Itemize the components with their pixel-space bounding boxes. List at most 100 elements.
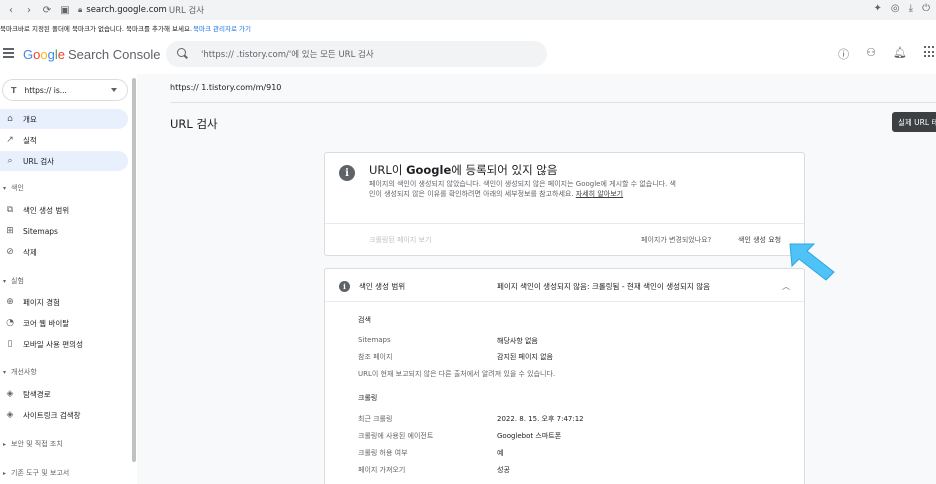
sitemap-icon: ⊞ [6,226,14,236]
page-title: URL 검사 [170,117,218,131]
divider [325,301,804,302]
request-indexing-button[interactable]: 색인 생성 요청 [738,235,781,245]
notifications-icon[interactable]: 🔔︎ [893,46,907,62]
last-crawl-value: 2022. 8. 15. 오후 7:47:12 [497,415,584,423]
section-experience[interactable]: ▾ 실험 [0,273,24,289]
search-icon [177,48,189,60]
discovery-heading: 검색 [358,316,371,324]
coverage-title: 색인 생성 범위 [359,282,406,291]
sidebar-item-breadcrumbs[interactable]: ◈ 탐색경로 [0,384,128,404]
layers-icon: ◈ [6,389,14,399]
page-fetch-value: 성공 [497,466,510,474]
address-bar[interactable]: 🔒︎ search.google.com URL 검사 [78,2,204,18]
pointer-arrow-icon [789,243,835,281]
section-enhancements[interactable]: ▾ 개선사항 [0,364,37,380]
menu-icon[interactable] [3,48,15,60]
search-icon: ⌕ [7,156,13,166]
coverage-status: 페이지 색인이 생성되지 않음: 크롤링됨 - 현재 색인이 생성되지 않음 [497,282,710,291]
manage-users-icon[interactable]: ⚇ [866,46,876,62]
sidebar-item-page-experience[interactable]: ⊕ 페이지 경험 [0,292,128,312]
url-host: search.google.com [86,5,167,15]
coverage-card: i 색인 생성 범위 페이지 색인이 생성되지 않음: 크롤링됨 - 현재 색인… [324,268,805,484]
home-icon: ⌂ [7,114,13,124]
search-console-logo[interactable]: Google Search Console [23,47,160,62]
expand-icon: ▸ [3,469,7,477]
view-crawled-page-button[interactable]: 크롤링된 페이지 보기 [369,235,431,245]
divider [325,223,804,224]
bookmark-text: 북마크바로 지정된 폴더에 북마크가 없습니다. 북마크를 추가해 보세요. [0,24,193,33]
bookmark-bar: 북마크바로 지정된 폴더에 북마크가 없습니다. 북마크를 추가해 보세요. 북… [0,20,936,35]
profile-icon[interactable]: ◎ [891,3,900,14]
sitemaps-label: Sitemaps [358,336,391,344]
last-crawl-label: 최근 크롤링 [358,415,393,423]
coverage-icon: ⧉ [6,205,14,215]
referring-label: 참조 페이지 [358,353,393,361]
sidebar-item-coverage[interactable]: ⧉ 색인 생성 범위 [0,200,128,220]
collapse-icon: ▾ [3,184,7,192]
forward-icon[interactable]: › [22,3,36,17]
trending-icon: ↗ [6,135,14,145]
app-header: Google Search Console 'https:// .tistory.… [0,36,936,74]
bookmark-manager-link[interactable]: 북마크 관리자로 가기 [193,23,251,33]
property-value: https:// is... [24,85,67,95]
info-icon: i [339,281,350,292]
page-fetch-label: 페이지 가져오기 [358,466,406,474]
back-icon[interactable]: ‹ [4,3,18,17]
sidebar: T https:// is... ⌂ 개요 ↗ 실적 ⌕ URL 검사 ▾ 색인… [0,74,137,484]
removals-icon: ⊘ [6,247,14,257]
info-icon: i [339,165,355,181]
section-index[interactable]: ▾ 색인 [0,180,24,196]
sitemaps-value: 해당사항 없음 [497,337,538,345]
crawl-allowed-value: 예 [497,449,504,457]
mobile-icon: ▯ [7,339,13,349]
expand-icon: ▸ [3,440,7,448]
property-selector[interactable]: T https:// is... [2,79,128,101]
sidebar-scrollbar[interactable] [132,78,136,462]
page-experience-icon: ⊕ [6,297,14,307]
reload-icon[interactable]: ⟳ [40,3,54,17]
crawled-as-value: Googlebot 스마트폰 [497,432,562,440]
sidebar-item-overview[interactable]: ⌂ 개요 [0,109,128,129]
status-description: 페이지의 색인이 생성되지 않았습니다. 색인이 생성되지 않은 페이지는 Go… [369,180,676,198]
breadcrumb: https:// 1.tistory.com/m/910 [170,83,282,92]
layers-icon: ◈ [6,410,14,420]
speed-icon: ◔ [6,318,14,328]
tab-grid-icon[interactable]: ▣ [58,3,72,17]
sidebar-item-url-inspection[interactable]: ⌕ URL 검사 [0,151,128,171]
url-inspect-search[interactable]: 'https:// .tistory.com/'에 있는 모든 URL 검사 [166,41,547,67]
index-status-card: i URL이 Google에 등록되어 있지 않음 페이지의 색인이 생성되지 … [324,152,805,256]
lock-icon: 🔒︎ [78,5,83,14]
download-icon[interactable]: ⤓ [909,3,913,14]
live-test-button[interactable]: 실제 URL 테스트 [892,112,936,132]
extensions-icon[interactable]: ✦ [874,3,882,14]
url-rest: URL 검사 [168,6,205,16]
divider [170,102,936,103]
sidebar-item-performance[interactable]: ↗ 실적 [0,130,128,150]
page-changed-text: 페이지가 변경되었나요? [641,236,712,244]
learn-more-link[interactable]: 자세히 알아보기 [576,190,623,198]
help-icon[interactable]: ⓘ [838,46,849,62]
crawled-as-label: 크롤링에 사용된 에이전트 [358,432,434,440]
property-icon: T [11,85,17,95]
power-icon[interactable]: ⏻ [922,3,930,14]
sidebar-item-removals[interactable]: ⊘ 삭제 [0,242,128,262]
crawl-allowed-label: 크롤링 허용 여부 [358,449,408,457]
logo-product: Search Console [67,47,161,62]
status-heading: URL이 Google에 등록되어 있지 않음 [369,163,558,177]
sidebar-item-mobile-usability[interactable]: ▯ 모바일 사용 편의성 [0,334,128,354]
collapse-icon: ▾ [3,368,7,376]
section-legacy[interactable]: ▸ 기존 도구 및 보고서 [0,465,69,481]
chevron-down-icon [111,88,117,92]
sidebar-item-core-web-vitals[interactable]: ◔ 코어 웹 바이탈 [0,313,128,333]
browser-toolbar: ‹ › ⟳ ▣ 🔒︎ search.google.com URL 검사 ✦ ◎ … [0,0,936,20]
discovery-note: URL이 현재 보고되지 않은 다른 출처에서 알려져 있을 수 있습니다. [358,370,556,378]
sidebar-item-sitemaps[interactable]: ⊞ Sitemaps [0,221,128,241]
search-placeholder: 'https:// .tistory.com/'에 있는 모든 URL 검사 [201,50,374,60]
chevron-up-icon[interactable]: ︿ [782,281,790,292]
apps-icon[interactable] [924,46,936,58]
section-security[interactable]: ▸ 보안 및 직접 조치 [0,436,63,452]
collapse-icon: ▾ [3,277,7,285]
referring-value: 감지된 페이지 없음 [497,353,553,361]
sidebar-item-sitelinks-searchbox[interactable]: ◈ 사이트링크 검색창 [0,405,128,425]
crawl-heading: 크롤링 [358,394,378,402]
